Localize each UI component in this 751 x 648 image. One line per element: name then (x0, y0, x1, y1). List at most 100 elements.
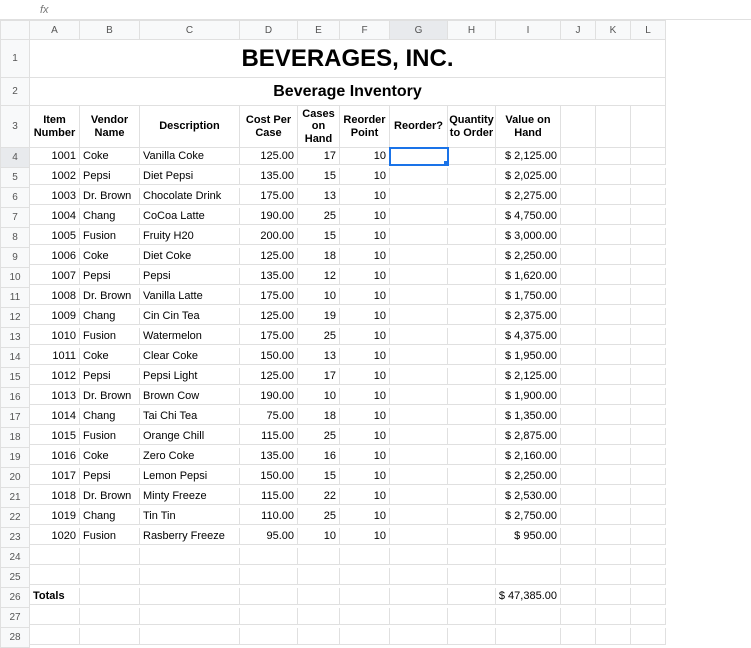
cell-vendor[interactable]: Chang (80, 508, 140, 525)
empty-cell[interactable] (561, 468, 596, 485)
empty-cell[interactable] (631, 288, 666, 305)
cell-cases[interactable]: 17 (298, 148, 340, 165)
row-header-3[interactable]: 3 (0, 106, 30, 148)
row-header-7[interactable]: 7 (0, 208, 30, 228)
cell-vendor[interactable]: Coke (80, 448, 140, 465)
cell-desc[interactable]: Vanilla Latte (140, 288, 240, 305)
empty-cell[interactable] (596, 248, 631, 265)
empty-cell[interactable] (631, 188, 666, 205)
cell-cost[interactable]: 150.00 (240, 348, 298, 365)
empty-cell[interactable] (561, 628, 596, 645)
empty-cell[interactable] (561, 188, 596, 205)
cell-qty[interactable] (448, 308, 496, 325)
cell-value[interactable]: $ 2,530.00 (496, 488, 561, 505)
cell-cost[interactable]: 135.00 (240, 448, 298, 465)
cell-cost[interactable]: 125.00 (240, 308, 298, 325)
cell-desc[interactable]: Chocolate Drink (140, 188, 240, 205)
cell-item[interactable]: 1015 (30, 428, 80, 445)
row-header-16[interactable]: 16 (0, 388, 30, 408)
formula-bar[interactable]: fx (0, 0, 751, 20)
cell-cases[interactable]: 13 (298, 348, 340, 365)
cell-cost[interactable]: 175.00 (240, 328, 298, 345)
cell-reorder[interactable] (390, 168, 448, 185)
cell-item[interactable]: 1003 (30, 188, 80, 205)
empty-cell[interactable] (596, 428, 631, 445)
row-header-14[interactable]: 14 (0, 348, 30, 368)
empty-cell[interactable] (596, 608, 631, 625)
empty-cell[interactable] (631, 428, 666, 445)
cell-value[interactable]: $ 2,375.00 (496, 308, 561, 325)
cell-value[interactable]: $ 2,025.00 (496, 168, 561, 185)
cell-cases[interactable]: 25 (298, 428, 340, 445)
cell-item[interactable]: 1001 (30, 148, 80, 165)
empty-cell[interactable] (596, 448, 631, 465)
empty-cell[interactable] (390, 628, 448, 645)
row-header-28[interactable]: 28 (0, 628, 30, 648)
cell-item[interactable]: 1019 (30, 508, 80, 525)
cell-cost[interactable]: 190.00 (240, 208, 298, 225)
empty-cell[interactable] (390, 548, 448, 565)
cell-value[interactable]: $ 2,125.00 (496, 148, 561, 165)
empty-cell[interactable] (561, 148, 596, 165)
empty-cell[interactable] (596, 288, 631, 305)
cell-item[interactable]: 1010 (30, 328, 80, 345)
row-header-17[interactable]: 17 (0, 408, 30, 428)
cell-cases[interactable]: 25 (298, 508, 340, 525)
cell-item[interactable]: 1007 (30, 268, 80, 285)
row-header-21[interactable]: 21 (0, 488, 30, 508)
empty-cell[interactable] (596, 488, 631, 505)
row-header-2[interactable]: 2 (0, 78, 30, 106)
empty-cell[interactable] (596, 628, 631, 645)
col-header-G[interactable]: G (390, 20, 448, 40)
empty-cell[interactable] (561, 608, 596, 625)
cell-reorderpt[interactable]: 10 (340, 528, 390, 545)
empty-cell[interactable] (561, 388, 596, 405)
cell-reorder[interactable] (390, 488, 448, 505)
cell-value[interactable]: $ 1,950.00 (496, 348, 561, 365)
cell-reorder[interactable] (390, 148, 448, 165)
cell-cost[interactable]: 75.00 (240, 408, 298, 425)
cell-vendor[interactable]: Pepsi (80, 368, 140, 385)
cell-desc[interactable]: Rasberry Freeze (140, 528, 240, 545)
cell-qty[interactable] (448, 448, 496, 465)
empty-cell[interactable] (30, 548, 80, 565)
cell-vendor[interactable]: Coke (80, 348, 140, 365)
cell-qty[interactable] (448, 528, 496, 545)
cell-reorderpt[interactable]: 10 (340, 248, 390, 265)
cell-cases[interactable]: 22 (298, 488, 340, 505)
cell-qty[interactable] (448, 388, 496, 405)
cell-desc[interactable]: CoCoa Latte (140, 208, 240, 225)
col-header-J[interactable]: J (561, 20, 596, 40)
empty-cell[interactable] (596, 568, 631, 585)
cell-reorderpt[interactable]: 10 (340, 268, 390, 285)
empty-cell[interactable] (596, 348, 631, 365)
cell-reorder[interactable] (390, 208, 448, 225)
empty-cell[interactable] (631, 308, 666, 325)
empty-cell[interactable] (496, 568, 561, 585)
cell-reorder[interactable] (390, 408, 448, 425)
empty-cell[interactable] (631, 168, 666, 185)
cell-cases[interactable]: 15 (298, 168, 340, 185)
cell-cases[interactable]: 15 (298, 228, 340, 245)
cell-cases[interactable]: 17 (298, 368, 340, 385)
cell-cases[interactable]: 18 (298, 408, 340, 425)
row-header-26[interactable]: 26 (0, 588, 30, 608)
col-header-F[interactable]: F (340, 20, 390, 40)
cell-qty[interactable] (448, 328, 496, 345)
cell-cases[interactable]: 10 (298, 288, 340, 305)
empty-cell[interactable] (340, 548, 390, 565)
cell-cost[interactable]: 135.00 (240, 268, 298, 285)
empty-cell[interactable] (631, 608, 666, 625)
empty-cell[interactable] (631, 328, 666, 345)
row-header-10[interactable]: 10 (0, 268, 30, 288)
empty-cell[interactable] (298, 548, 340, 565)
cell-value[interactable]: $ 950.00 (496, 528, 561, 545)
empty-cell[interactable] (561, 428, 596, 445)
col-header-B[interactable]: B (80, 20, 140, 40)
row-header-22[interactable]: 22 (0, 508, 30, 528)
empty-cell[interactable] (140, 568, 240, 585)
cell-item[interactable]: 1004 (30, 208, 80, 225)
cell-cost[interactable]: 125.00 (240, 368, 298, 385)
empty-cell[interactable] (140, 608, 240, 625)
cell-value[interactable]: $ 2,275.00 (496, 188, 561, 205)
